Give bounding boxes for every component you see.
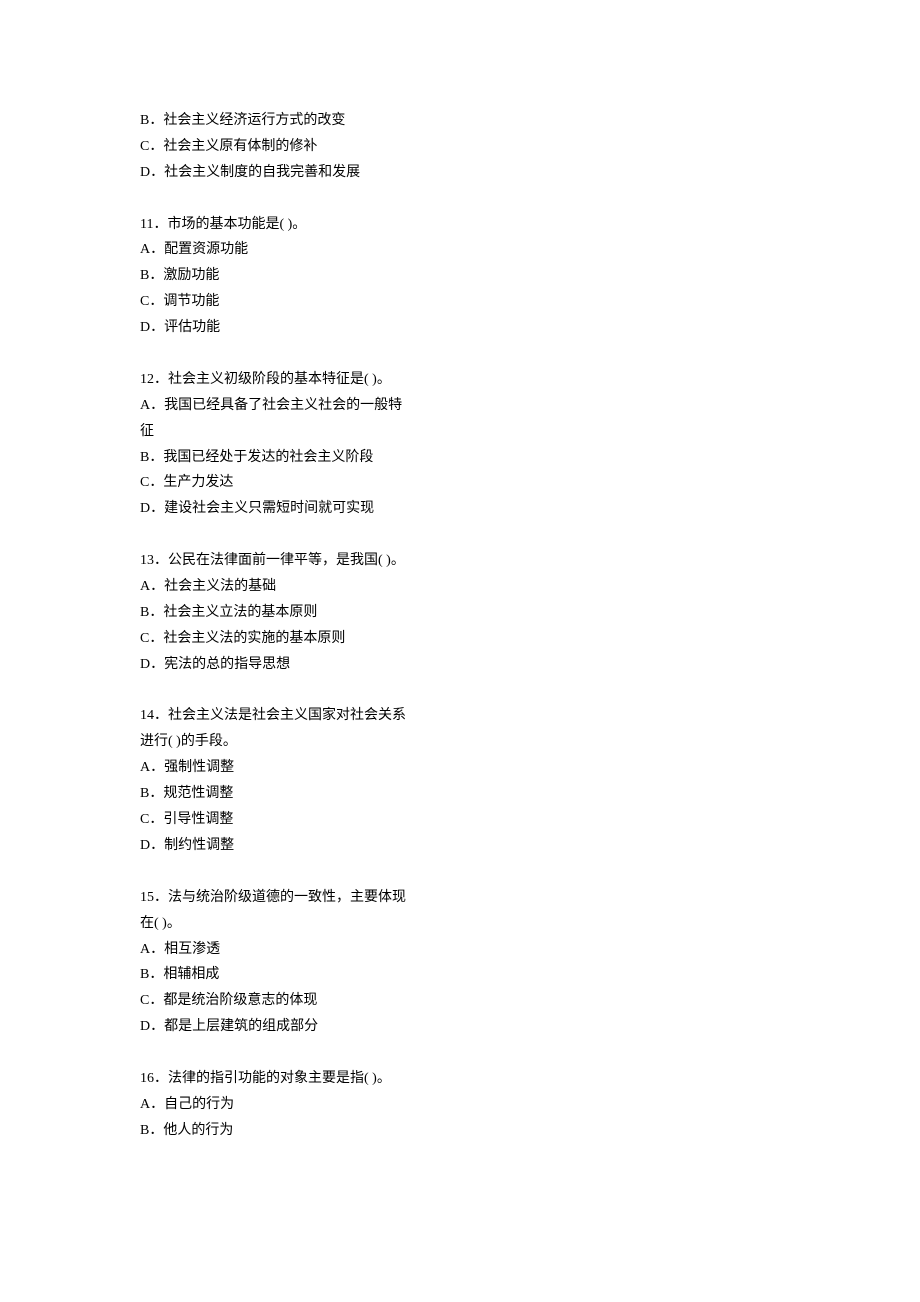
text-line: B．社会主义立法的基本原则: [140, 600, 410, 626]
text-line: 14．社会主义法是社会主义国家对社会关系进行( )的手段。: [140, 703, 410, 755]
text-line: 15．法与统治阶级道德的一致性，主要体现在( )。: [140, 885, 410, 937]
blank-line: [140, 678, 410, 704]
blank-line: [140, 522, 410, 548]
text-line: A．相互渗透: [140, 937, 410, 963]
text-line: C．生产力发达: [140, 470, 410, 496]
text-line: C．都是统治阶级意志的体现: [140, 988, 410, 1014]
text-line: B．社会主义经济运行方式的改变: [140, 108, 410, 134]
text-line: 11．市场的基本功能是( )。: [140, 212, 410, 238]
text-line: A．强制性调整: [140, 755, 410, 781]
text-line: B．他人的行为: [140, 1118, 410, 1144]
document-content: B．社会主义经济运行方式的改变C．社会主义原有体制的修补D．社会主义制度的自我完…: [140, 108, 410, 1144]
text-line: C．引导性调整: [140, 807, 410, 833]
text-line: A．我国已经具备了社会主义社会的一般特征: [140, 393, 410, 445]
text-line: C．社会主义原有体制的修补: [140, 134, 410, 160]
text-line: A．社会主义法的基础: [140, 574, 410, 600]
document-page: B．社会主义经济运行方式的改变C．社会主义原有体制的修补D．社会主义制度的自我完…: [0, 0, 920, 1302]
blank-line: [140, 186, 410, 212]
text-line: D．建设社会主义只需短时间就可实现: [140, 496, 410, 522]
text-line: C．调节功能: [140, 289, 410, 315]
text-line: D．评估功能: [140, 315, 410, 341]
text-line: B．规范性调整: [140, 781, 410, 807]
text-line: 13．公民在法律面前一律平等，是我国( )。: [140, 548, 410, 574]
text-line: D．宪法的总的指导思想: [140, 652, 410, 678]
text-line: D．都是上层建筑的组成部分: [140, 1014, 410, 1040]
blank-line: [140, 859, 410, 885]
text-line: A．配置资源功能: [140, 237, 410, 263]
text-line: B．我国已经处于发达的社会主义阶段: [140, 445, 410, 471]
blank-line: [140, 1040, 410, 1066]
text-line: B．激励功能: [140, 263, 410, 289]
text-line: 16．法律的指引功能的对象主要是指( )。: [140, 1066, 410, 1092]
text-line: D．制约性调整: [140, 833, 410, 859]
text-line: D．社会主义制度的自我完善和发展: [140, 160, 410, 186]
text-line: B．相辅相成: [140, 962, 410, 988]
blank-line: [140, 341, 410, 367]
text-line: A．自己的行为: [140, 1092, 410, 1118]
text-line: C．社会主义法的实施的基本原则: [140, 626, 410, 652]
text-line: 12．社会主义初级阶段的基本特征是( )。: [140, 367, 410, 393]
